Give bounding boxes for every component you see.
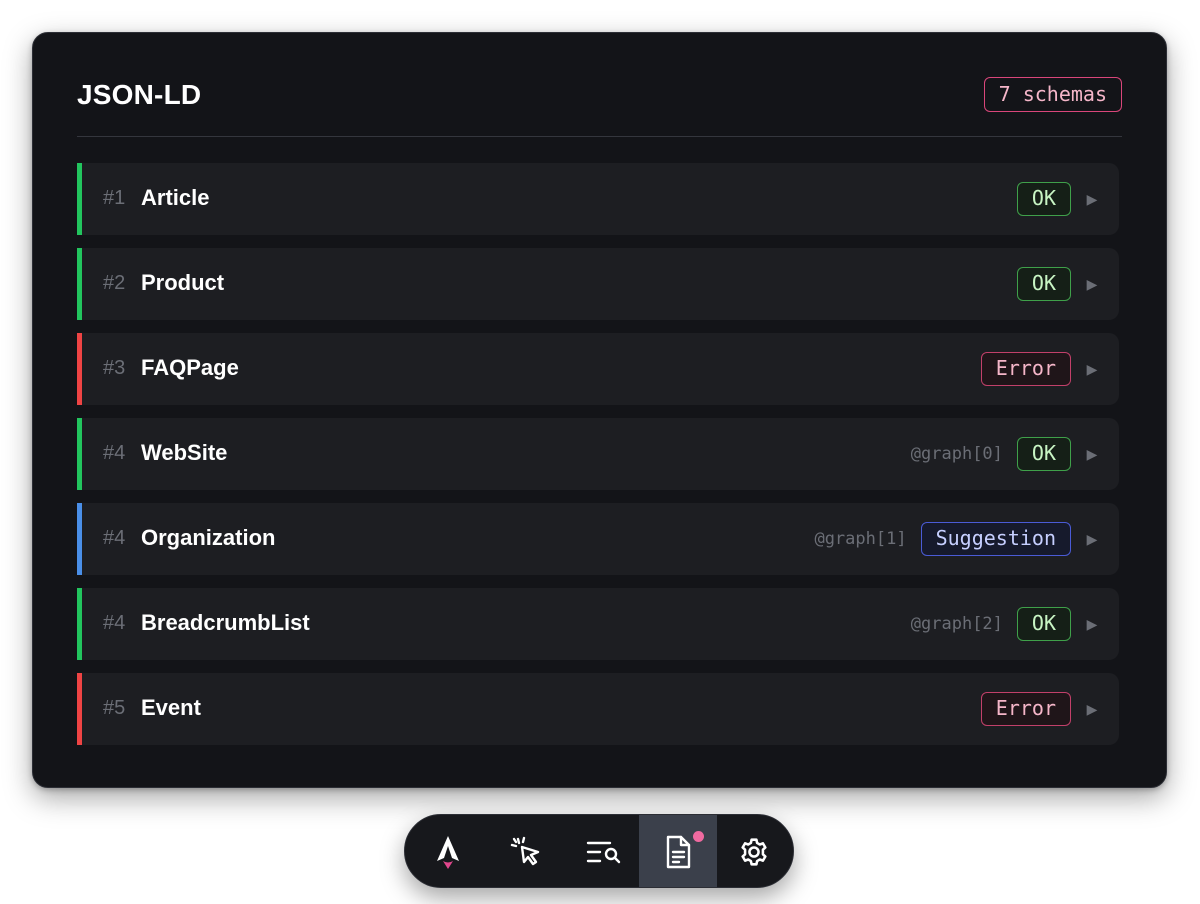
schema-row-website[interactable]: #4 WebSite @graph[0] OK ▶ <box>77 418 1119 490</box>
schema-name: Product <box>141 270 225 295</box>
pointer-click-icon <box>509 835 543 869</box>
schema-name: Organization <box>141 525 276 550</box>
toolbar-item-audit[interactable] <box>565 815 643 887</box>
schema-row-organization[interactable]: #4 Organization @graph[1] Suggestion ▶ <box>77 503 1119 575</box>
graph-path: @graph[1] <box>814 529 907 549</box>
status-bar <box>77 503 82 575</box>
schema-index: #2 <box>103 272 126 294</box>
schema-name: FAQPage <box>141 355 239 380</box>
schema-index: #4 <box>103 527 126 549</box>
schema-name: BreadcrumbList <box>141 610 310 635</box>
list-search-icon <box>586 838 622 866</box>
schema-index: #4 <box>103 612 126 634</box>
graph-path: @graph[2] <box>910 614 1003 634</box>
status-badge: Error <box>980 352 1071 386</box>
expand-arrow-icon[interactable]: ▶ <box>1085 191 1099 208</box>
status-bar <box>77 333 82 405</box>
document-icon <box>663 834 693 870</box>
schema-name: WebSite <box>141 440 228 465</box>
dev-toolbar <box>404 814 794 888</box>
status-badge: Suggestion <box>920 522 1071 556</box>
schema-row-article[interactable]: #1 Article OK ▶ <box>77 163 1119 235</box>
expand-arrow-icon[interactable]: ▶ <box>1085 446 1099 463</box>
schema-index: #5 <box>103 697 126 719</box>
expand-arrow-icon[interactable]: ▶ <box>1085 361 1099 378</box>
schema-row-product[interactable]: #2 Product OK ▶ <box>77 248 1119 320</box>
schema-row-breadcrumblist[interactable]: #4 BreadcrumbList @graph[2] OK ▶ <box>77 588 1119 660</box>
schema-index: #1 <box>103 187 126 209</box>
notification-dot <box>693 831 704 842</box>
status-badge: OK <box>1016 182 1071 216</box>
schema-list: #1 Article OK ▶ #2 Product OK ▶ #3 FAQPa… <box>77 163 1119 758</box>
json-ld-panel: JSON-LD 7 schemas #1 Article OK ▶ #2 Pro… <box>32 32 1167 788</box>
graph-path: @graph[0] <box>910 444 1003 464</box>
schema-index: #3 <box>103 357 126 379</box>
status-bar <box>77 248 82 320</box>
panel-title: JSON-LD <box>77 79 202 110</box>
schema-row-faqpage[interactable]: #3 FAQPage Error ▶ <box>77 333 1119 405</box>
expand-arrow-icon[interactable]: ▶ <box>1085 701 1099 718</box>
schema-name: Event <box>141 695 201 720</box>
panel-header: JSON-LD 7 schemas <box>77 77 1122 137</box>
toolbar-item-astro[interactable] <box>409 815 487 887</box>
status-badge: OK <box>1016 607 1071 641</box>
status-bar <box>77 673 82 745</box>
toolbar-item-json-ld[interactable] <box>639 815 717 887</box>
status-badge: OK <box>1016 437 1071 471</box>
schema-index: #4 <box>103 442 126 464</box>
status-bar <box>77 588 82 660</box>
status-badge: Error <box>980 692 1071 726</box>
gear-icon <box>737 835 771 869</box>
schema-row-event[interactable]: #5 Event Error ▶ <box>77 673 1119 745</box>
schema-name: Article <box>141 185 210 210</box>
expand-arrow-icon[interactable]: ▶ <box>1085 531 1099 548</box>
status-bar <box>77 163 82 235</box>
astro-logo-icon <box>432 834 464 870</box>
toolbar-item-inspect[interactable] <box>487 815 565 887</box>
expand-arrow-icon[interactable]: ▶ <box>1085 276 1099 293</box>
status-badge: OK <box>1016 267 1071 301</box>
status-bar <box>77 418 82 490</box>
expand-arrow-icon[interactable]: ▶ <box>1085 616 1099 633</box>
schema-count-badge: 7 schemas <box>983 77 1122 112</box>
toolbar-item-settings[interactable] <box>715 815 793 887</box>
